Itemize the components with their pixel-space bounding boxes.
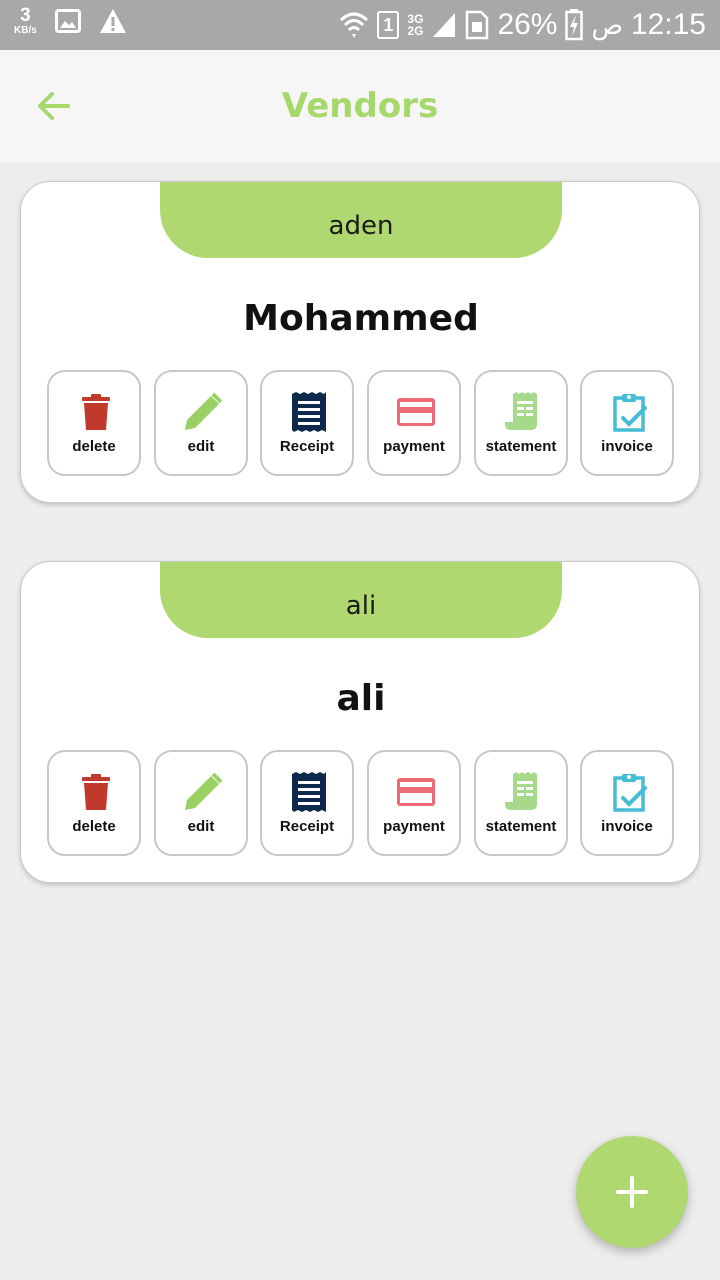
trash-icon — [82, 394, 110, 430]
speed-unit: KB/s — [14, 25, 37, 36]
warning-icon — [99, 9, 126, 33]
payment-label: payment — [383, 818, 445, 835]
vendor-name: Mohammed — [243, 298, 479, 339]
vendor-location: ali — [345, 591, 377, 621]
payment-label: payment — [383, 438, 445, 455]
statement-icon — [505, 772, 537, 810]
trash-icon — [82, 774, 110, 810]
vendor-card: ali ali delete edit Receipt payment stat… — [20, 561, 700, 883]
edit-label: edit — [187, 818, 215, 835]
sim-slot: 1 — [383, 14, 394, 35]
statement-button[interactable]: statement — [474, 750, 568, 856]
invoice-label: invoice — [601, 438, 653, 455]
credit-card-icon — [397, 398, 435, 426]
credit-card-icon — [397, 778, 435, 806]
image-icon — [54, 9, 81, 33]
signal-icon — [433, 13, 456, 37]
invoice-label: invoice — [601, 818, 653, 835]
plus-icon — [616, 1176, 648, 1208]
delete-button[interactable]: delete — [47, 750, 141, 856]
speed-value: 3 — [20, 5, 31, 26]
app-bar: Vendors — [0, 50, 720, 162]
edit-button[interactable]: edit — [154, 750, 248, 856]
wifi-icon — [340, 12, 369, 38]
clock: 12:15 — [630, 8, 706, 41]
vendor-location: aden — [328, 211, 394, 241]
add-vendor-button[interactable] — [576, 1136, 688, 1248]
clipboard-check-icon — [613, 394, 647, 432]
receipt-button[interactable]: Receipt — [260, 370, 354, 476]
statement-button[interactable]: statement — [474, 370, 568, 476]
edit-button[interactable]: edit — [154, 370, 248, 476]
vendor-actions: delete edit Receipt payment statement in… — [47, 370, 675, 476]
delete-label: delete — [72, 438, 116, 455]
edit-label: edit — [187, 438, 215, 455]
receipt-label: Receipt — [279, 438, 335, 455]
sim-card-icon — [466, 10, 489, 40]
receipt-button[interactable]: Receipt — [260, 750, 354, 856]
invoice-button[interactable]: invoice — [580, 370, 674, 476]
invoice-button[interactable]: invoice — [580, 750, 674, 856]
receipt-icon — [292, 392, 326, 432]
statement-label: statement — [485, 438, 557, 455]
payment-button[interactable]: payment — [367, 750, 461, 856]
network-speed: 3 KB/s — [14, 6, 37, 36]
delete-button[interactable]: delete — [47, 370, 141, 476]
statement-label: statement — [485, 818, 557, 835]
ampm: ص — [591, 9, 623, 40]
vendor-location-tab: ali — [160, 562, 562, 638]
pencil-icon — [185, 392, 223, 430]
battery-percent: 26% — [497, 8, 558, 41]
statement-icon — [505, 392, 537, 430]
sim-icon: 1 — [377, 11, 400, 39]
vendor-actions: delete edit Receipt payment statement in… — [47, 750, 675, 856]
status-bar: 3 KB/s 1 3G 2G 26% ص 12:15 — [0, 0, 720, 50]
page-title: Vendors — [281, 86, 439, 126]
vendor-location-tab: aden — [160, 182, 562, 258]
payment-button[interactable]: payment — [367, 370, 461, 476]
receipt-label: Receipt — [279, 818, 335, 835]
clipboard-check-icon — [613, 774, 647, 812]
receipt-icon — [292, 772, 326, 812]
pencil-icon — [185, 772, 223, 810]
vendor-name: ali — [336, 678, 386, 719]
vendor-card: aden Mohammed delete edit Receipt paymen… — [20, 181, 700, 503]
battery-charging-icon — [565, 9, 584, 41]
delete-label: delete — [72, 818, 116, 835]
network-type: 3G 2G — [407, 13, 423, 37]
network-bottom: 2G — [407, 24, 424, 38]
